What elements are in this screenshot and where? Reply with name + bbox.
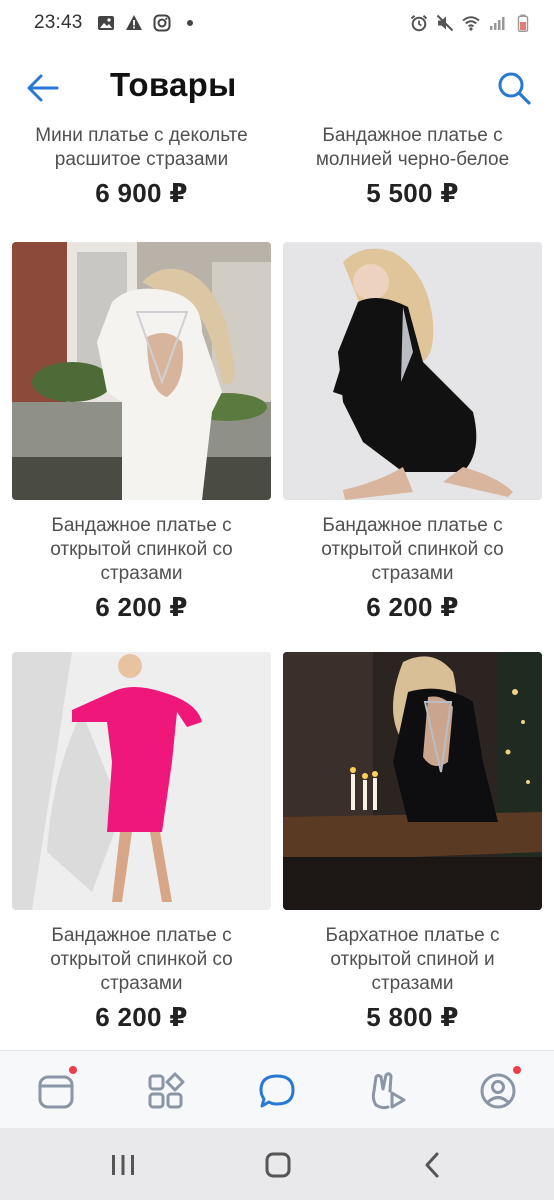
nav-services[interactable] [146, 1071, 186, 1111]
notification-badge [512, 1065, 522, 1075]
messages-icon [259, 1074, 295, 1108]
profile-icon [480, 1073, 516, 1109]
services-icon [148, 1072, 185, 1109]
signal-icon [490, 17, 505, 30]
back-nav-icon[interactable] [418, 1150, 448, 1180]
nav-profile[interactable] [478, 1065, 522, 1111]
gallery-icon [97, 16, 114, 30]
instagram-icon [153, 14, 171, 32]
notification-badge [68, 1065, 78, 1075]
bottom-navigation [0, 1050, 554, 1128]
product-price: 6 200 ₽ [95, 592, 188, 622]
product-price: 5 500 ₽ [366, 178, 459, 208]
nav-feed[interactable] [36, 1065, 78, 1111]
status-time: 23:43 [34, 12, 83, 33]
product-title: Бандажное платье с открытой спинкой со с… [50, 925, 233, 994]
product-image[interactable] [12, 242, 271, 500]
product-card[interactable]: Бандажное платье с открытой спинкой со с… [12, 242, 271, 623]
recent-apps-icon[interactable] [108, 1150, 138, 1180]
app-header: Товары [0, 52, 554, 124]
status-notification-icons [97, 14, 199, 32]
product-title: Бандажное платье с открытой спинкой со с… [321, 515, 504, 584]
product-image[interactable] [283, 242, 542, 500]
battery-icon [517, 14, 529, 32]
product-card[interactable]: Бархатное платье с открытой спиной и стр… [283, 652, 542, 1033]
product-card[interactable]: Бандажное платье с открытой спинкой со с… [12, 652, 271, 1033]
clips-icon [371, 1072, 406, 1110]
back-arrow-icon[interactable] [26, 72, 60, 104]
product-image[interactable] [12, 652, 271, 910]
home-icon[interactable] [263, 1150, 293, 1180]
mute-icon [436, 14, 454, 32]
warning-icon [125, 15, 142, 30]
product-title: Бандажное платье с открытой спинкой со с… [50, 515, 233, 584]
feed-icon [38, 1075, 74, 1109]
product-price: 6 200 ₽ [95, 1002, 188, 1032]
product-card[interactable]: Бандажное платье с молнией черно-белое 5… [283, 124, 542, 209]
product-price: 6 200 ₽ [366, 592, 459, 622]
product-card[interactable]: Бандажное платье с открытой спинкой со с… [283, 242, 542, 623]
alarm-icon [410, 15, 428, 32]
nav-messages[interactable] [257, 1071, 297, 1111]
nav-clips[interactable] [368, 1071, 408, 1111]
product-title: Бандажное платье с молнией черно-белое [315, 125, 510, 170]
product-card[interactable]: Мини платье с декольте расшитое стразами… [12, 124, 271, 209]
product-price: 5 800 ₽ [366, 1002, 459, 1032]
product-grid: Мини платье с декольте расшитое стразами… [0, 124, 554, 1050]
product-title: Мини платье с декольте расшитое стразами [35, 125, 248, 170]
search-icon[interactable] [496, 70, 532, 106]
wifi-icon [462, 16, 480, 31]
system-navigation-bar [0, 1128, 554, 1200]
more-dot-icon [186, 20, 193, 26]
status-bar: 23:43 [0, 0, 554, 46]
product-image[interactable] [283, 652, 542, 910]
status-system-icons [410, 14, 532, 32]
page-title: Товары [110, 66, 237, 103]
product-price: 6 900 ₽ [95, 178, 188, 208]
product-title: Бархатное платье с открытой спиной и стр… [325, 925, 500, 994]
